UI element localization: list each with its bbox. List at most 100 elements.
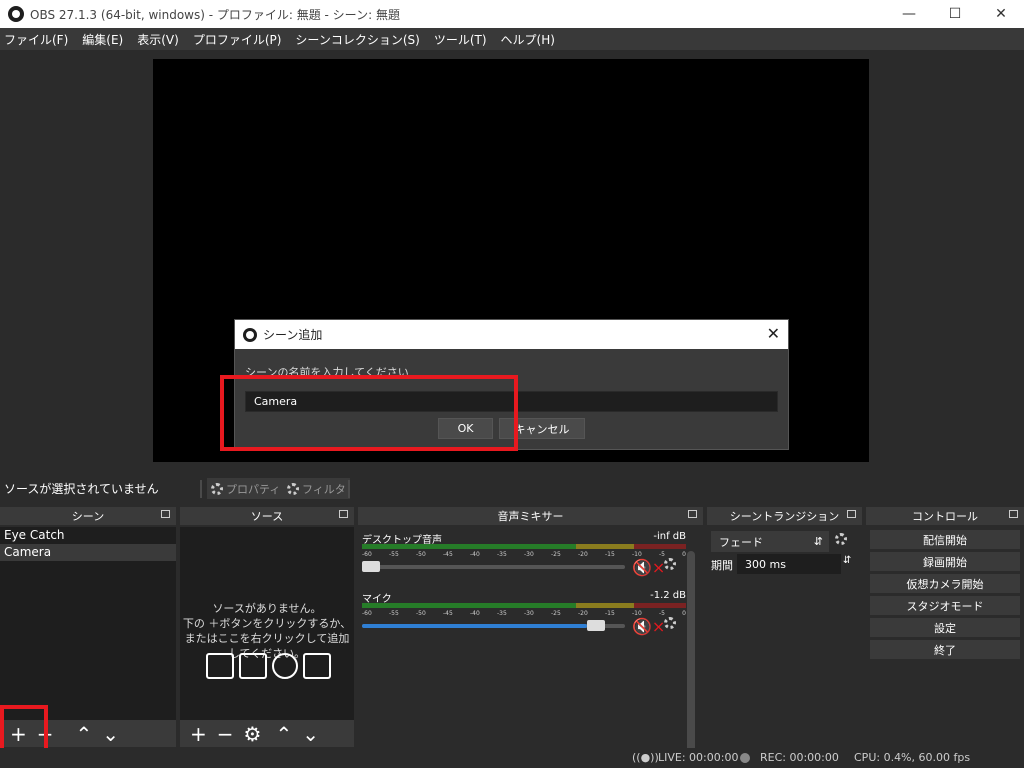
undock-icon[interactable]	[1009, 510, 1018, 518]
volume-slider[interactable]	[362, 561, 625, 572]
status-bar: ((●)) LIVE: 00:00:00 REC: 00:00:00 CPU: …	[0, 748, 1024, 768]
exit-button[interactable]: 終了	[870, 640, 1020, 659]
tick-label: -50	[416, 551, 426, 558]
filters-button[interactable]: フィルタ	[283, 478, 350, 499]
start-streaming-button[interactable]: 配信開始	[870, 530, 1020, 549]
tick-label: -30	[524, 610, 534, 617]
volume-slider[interactable]	[362, 620, 625, 631]
tick-label: -30	[524, 551, 534, 558]
transition-value: フェード	[719, 535, 763, 549]
empty-text-line: 下の ＋ボタンをクリックするか、	[182, 617, 352, 630]
dock-header: ソース	[180, 507, 354, 525]
tick-label: -55	[389, 551, 399, 558]
image-icon	[206, 653, 234, 679]
source-toolbar: ソースが選択されていません プロパティ フィルタ	[0, 474, 1024, 502]
undock-icon[interactable]	[688, 510, 697, 518]
slider-knob[interactable]	[362, 561, 380, 572]
duration-label: 期間	[711, 559, 733, 572]
start-virtual-camera-button[interactable]: 仮想カメラ開始	[870, 574, 1020, 593]
undock-icon[interactable]	[339, 510, 348, 518]
camera-icon	[303, 653, 331, 679]
menu-profile[interactable]: プロファイル(P)	[193, 31, 282, 48]
scene-transitions-dock: シーントランジション フェード ⇵ 期間 300 ms ⇵	[707, 507, 862, 747]
no-source-label: ソースが選択されていません	[4, 481, 159, 496]
undock-icon[interactable]	[847, 510, 856, 518]
display-icon	[239, 653, 267, 679]
mixer-channel: マイク -1.2 dB -60 -55 -50 -45 -40 -35 -30 -25 -20-…	[362, 590, 686, 640]
window-controls: — ☐ ✕	[886, 0, 1024, 28]
start-recording-button[interactable]: 録画開始	[870, 552, 1020, 571]
tick-label: -10	[632, 551, 642, 558]
gear-icon[interactable]	[664, 558, 676, 570]
tick-label: -15	[605, 551, 615, 558]
properties-label: プロパティ	[226, 482, 281, 496]
annotation-box	[220, 375, 518, 451]
mixer-body: デスクトップ音声 -inf dB -60 -55 -50 -45 -40 -35 -30 -2…	[358, 527, 703, 761]
tick-label: -25	[551, 610, 561, 617]
move-up-icon[interactable]: ⌃	[76, 724, 93, 744]
tick-label: -35	[497, 610, 507, 617]
duration-value: 300 ms	[745, 557, 786, 571]
controls-dock: コントロール 配信開始 録画開始 仮想カメラ開始 スタジオモード 設定 終了	[866, 507, 1024, 747]
tick-label: -55	[389, 610, 399, 617]
close-icon[interactable]: ✕	[767, 324, 780, 343]
gear-icon[interactable]: ⚙	[244, 724, 262, 744]
gear-icon[interactable]	[664, 617, 676, 629]
gear-icon[interactable]	[835, 533, 847, 545]
remove-icon[interactable]: −	[217, 724, 234, 744]
meter-ticks: -60 -55 -50 -45 -40 -35 -30 -25 -20 -15 -10 -5 0	[362, 551, 686, 558]
mute-icon[interactable]: 🔇×	[632, 617, 665, 636]
source-list[interactable]: ソースがありません。 下の ＋ボタンをクリックするか、 またはここを右クリックし…	[180, 527, 354, 747]
empty-sources-text: ソースがありません。 下の ＋ボタンをクリックするか、 またはここを右クリックし…	[180, 601, 354, 661]
cpu-status: CPU: 0.4%, 60.00 fps	[854, 751, 971, 764]
add-icon[interactable]: +	[190, 724, 207, 744]
divider	[200, 480, 202, 498]
move-down-icon[interactable]: ⌄	[102, 724, 119, 744]
menu-help[interactable]: ヘルプ(H)	[501, 31, 555, 48]
dock-title: ソース	[250, 510, 284, 523]
menu-view[interactable]: 表示(V)	[137, 31, 179, 48]
slider-fill	[362, 624, 587, 628]
studio-mode-button[interactable]: スタジオモード	[870, 596, 1020, 615]
scene-item[interactable]: Eye Catch	[0, 527, 176, 544]
tick-label: -35	[497, 551, 507, 558]
rec-dot-icon	[740, 753, 750, 763]
source-type-icons	[206, 653, 331, 679]
maximize-icon[interactable]: ☐	[932, 0, 978, 28]
dock-header: シーントランジション	[707, 507, 862, 525]
move-down-icon[interactable]: ⌄	[302, 724, 319, 744]
menu-scene-collection[interactable]: シーンコレクション(S)	[295, 31, 419, 48]
source-toolbar-bottom: + − ⚙ ⌃ ⌄	[180, 720, 354, 747]
live-status: LIVE: 00:00:00	[658, 751, 739, 764]
title-bar: OBS 27.1.3 (64-bit, windows) - プロファイル: 無…	[0, 0, 1024, 28]
mute-icon[interactable]: 🔇×	[632, 558, 665, 577]
tick-label: -40	[470, 610, 480, 617]
settings-button[interactable]: 設定	[870, 618, 1020, 637]
slider-knob[interactable]	[587, 620, 605, 631]
undock-icon[interactable]	[161, 510, 170, 518]
scene-item[interactable]: Camera	[0, 544, 176, 561]
chevron-updown-icon: ⇵	[813, 535, 823, 548]
rec-status: REC: 00:00:00	[760, 751, 839, 764]
properties-button[interactable]: プロパティ	[207, 478, 285, 499]
meter-ticks: -60 -55 -50 -45 -40 -35 -30 -25 -20 -15 -10 -5 0	[362, 610, 686, 617]
tick-label: -25	[551, 551, 561, 558]
move-up-icon[interactable]: ⌃	[275, 724, 292, 744]
spinner-icon[interactable]: ⇵	[843, 555, 851, 566]
transition-select[interactable]: フェード ⇵	[711, 531, 829, 552]
tick-label: -40	[470, 551, 480, 558]
menu-edit[interactable]: 編集(E)	[82, 31, 123, 48]
channel-db: -1.2 dB	[650, 590, 686, 601]
minimize-icon[interactable]: —	[886, 0, 932, 28]
filter-icon	[287, 482, 299, 495]
tick-label: -20	[578, 610, 588, 617]
controls-body: 配信開始 録画開始 仮想カメラ開始 スタジオモード 設定 終了	[866, 527, 1024, 747]
scrollbar[interactable]	[687, 551, 695, 761]
window-title: OBS 27.1.3 (64-bit, windows) - プロファイル: 無…	[30, 7, 400, 22]
tick-label: -60	[362, 610, 372, 617]
menu-file[interactable]: ファイル(F)	[4, 31, 68, 48]
duration-input[interactable]: 300 ms	[737, 554, 841, 574]
menu-tools[interactable]: ツール(T)	[434, 31, 487, 48]
close-icon[interactable]: ✕	[978, 0, 1024, 28]
mixer-channel: デスクトップ音声 -inf dB -60 -55 -50 -45 -40 -35 -30 -2…	[362, 531, 686, 581]
